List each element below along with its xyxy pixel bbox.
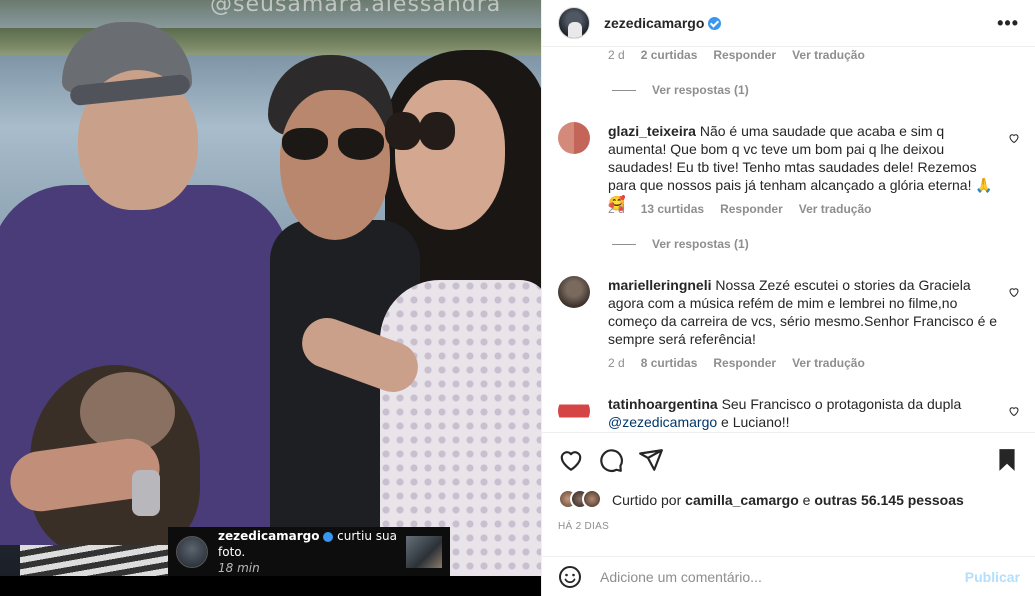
commenter-username[interactable]: glazi_teixeira [608, 123, 696, 139]
notification-username: zezedicamargo [218, 529, 320, 543]
translate-button[interactable]: Ver tradução [792, 48, 865, 62]
commenter-username[interactable]: marielleringneli [608, 277, 711, 293]
heart-icon[interactable] [1008, 132, 1020, 144]
reply-button[interactable]: Responder [713, 48, 776, 62]
translate-button[interactable]: Ver tradução [799, 202, 872, 216]
post-media[interactable]: @seusamara.alessandra zezedicamargo curt… [0, 0, 541, 596]
comment-text-end: e Luciano!! [721, 414, 790, 430]
comments-list[interactable]: 2 d 2 curtidas Responder Ver tradução Ve… [542, 47, 1035, 433]
like-notification-overlay: zezedicamargo curtiu sua foto. 18 min [168, 527, 450, 577]
share-icon[interactable] [638, 447, 664, 473]
notification-avatar [176, 536, 208, 568]
publish-button[interactable]: Publicar [965, 569, 1020, 585]
heart-icon[interactable] [1008, 286, 1020, 298]
notification-thumbnail [406, 536, 442, 568]
author-avatar[interactable] [558, 7, 590, 39]
translate-button[interactable]: Ver tradução [792, 356, 865, 370]
commenter-avatar[interactable] [558, 122, 590, 154]
comment-text: Seu Francisco o protagonista da dupla [721, 396, 962, 412]
more-options-icon[interactable]: ••• [997, 13, 1019, 34]
commenter-avatar[interactable] [558, 276, 590, 308]
comment-icon[interactable] [598, 447, 624, 473]
photo-watermark: @seusamara.alessandra [210, 0, 502, 17]
post-actions [558, 447, 1020, 475]
reply-button[interactable]: Responder [713, 356, 776, 370]
comment-meta: 2 d 2 curtidas Responder Ver tradução [608, 48, 865, 62]
post-timestamp[interactable]: HÁ 2 DIAS [558, 521, 609, 532]
commenter-username[interactable]: tatinhoargentina [608, 396, 718, 412]
comment-meta: 2 d 8 curtidas Responder Ver tradução [608, 356, 865, 370]
reply-button[interactable]: Responder [720, 202, 783, 216]
post-side-panel: zezedicamargo ••• 2 d 2 curtidas Respond… [541, 0, 1035, 596]
bookmark-icon[interactable] [994, 447, 1020, 473]
likes-middle: e [802, 492, 811, 508]
commenter-avatar[interactable] [558, 395, 590, 427]
heart-icon[interactable] [558, 447, 584, 473]
likes-count-link[interactable]: outras 56.145 pessoas [814, 492, 963, 508]
post-header: zezedicamargo ••• [542, 0, 1035, 47]
comment-input[interactable] [600, 568, 960, 585]
add-comment-bar: Publicar [542, 556, 1035, 596]
heart-icon[interactable] [1008, 405, 1020, 417]
comment-time: 2 d [608, 48, 625, 62]
mention-link[interactable]: @zezedicamargo [608, 414, 717, 430]
liker-username[interactable]: camilla_camargo [685, 492, 799, 508]
comment-likes[interactable]: 2 curtidas [641, 48, 698, 62]
view-replies-button[interactable]: Ver respostas (1) [612, 83, 749, 97]
comment-meta: 2 d 13 curtidas Responder Ver tradução [608, 202, 872, 216]
emoji-icon[interactable] [558, 565, 582, 589]
post-photo: @seusamara.alessandra [0, 0, 541, 576]
liker-avatars[interactable] [558, 489, 612, 511]
likes-prefix: Curtido por [612, 492, 682, 508]
verified-badge-icon [708, 16, 722, 30]
likes-summary: Curtido por camilla_camargo e outras 56.… [558, 489, 964, 511]
notification-time: 18 min [218, 561, 260, 575]
author-username[interactable]: zezedicamargo [604, 15, 704, 31]
verified-badge-icon [323, 531, 334, 542]
view-replies-button[interactable]: Ver respostas (1) [612, 237, 749, 251]
